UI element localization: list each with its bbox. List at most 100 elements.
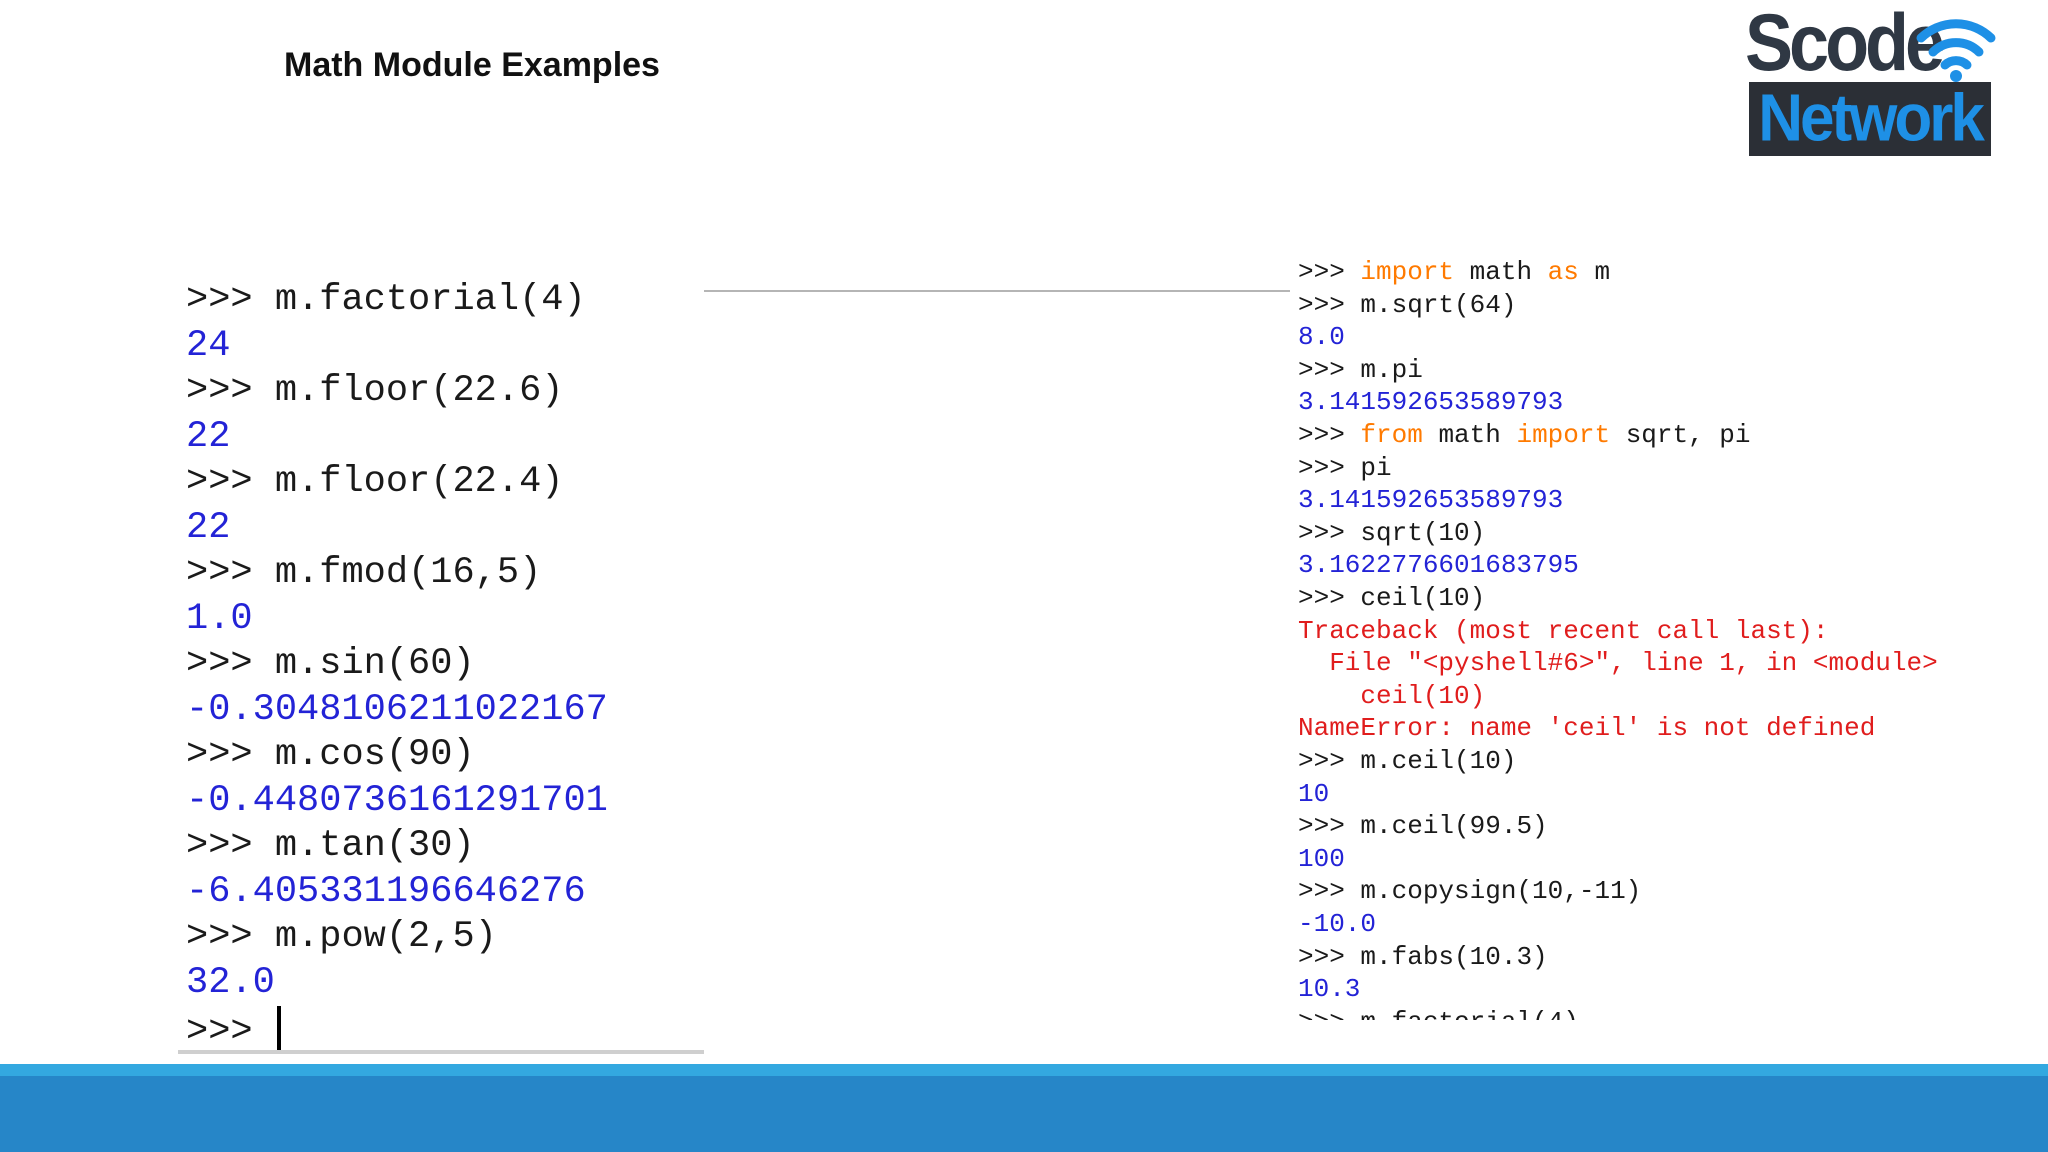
shell-output: -0.3048106211022167 — [186, 688, 608, 731]
shell-prompt: >>> — [1298, 876, 1361, 907]
shell-error: NameError: name 'ceil' is not defined — [1298, 713, 1876, 744]
shell-line: 32.0 — [186, 961, 275, 1005]
shell-line: >>> sqrt(10) — [1298, 517, 1485, 549]
shell-output: -10.0 — [1298, 909, 1377, 939]
shell-line: NameError: name 'ceil' is not defined — [1298, 712, 1875, 744]
shell-input: m.sin(60) — [274, 643, 475, 685]
left-shell-bottom-border — [178, 1050, 704, 1054]
slide-title: Math Module Examples — [284, 46, 660, 84]
shell-output: 3.1622776601683795 — [1298, 550, 1579, 581]
shell-output: 10 — [1298, 778, 1330, 809]
divider-line — [704, 290, 1290, 292]
shell-line: >>> m.floor(22.4) — [186, 460, 563, 504]
shell-input: m.cos(90) — [274, 734, 475, 776]
shell-line: -0.3048106211022167 — [186, 688, 608, 732]
logo-top-row: Scode — [1745, 3, 1945, 84]
shell-prompt: >>> — [1298, 941, 1361, 972]
shell-input: m — [1578, 257, 1611, 287]
shell-input: m.tan(30) — [274, 825, 475, 867]
shell-prompt: >>> — [1298, 746, 1361, 776]
shell-line: 8.0 — [1298, 321, 1345, 353]
shell-keyword: import — [1516, 420, 1611, 450]
shell-prompt: >>> — [1298, 452, 1361, 483]
shell-input: sqrt(10) — [1360, 517, 1486, 548]
shell-line: >>> pi — [1298, 452, 1392, 484]
footer-bar — [0, 1076, 2048, 1152]
shell-input: m.fmod(16,5) — [274, 552, 542, 594]
shell-error: ceil(10) — [1298, 680, 1486, 711]
shell-prompt: >>> — [1298, 1007, 1360, 1020]
shell-output: 22 — [186, 506, 231, 549]
shell-prompt: >>> — [1298, 289, 1361, 320]
footer-strip — [0, 1064, 2048, 1076]
shell-output: -0.4480736161291701 — [186, 779, 608, 822]
shell-output: 100 — [1298, 843, 1345, 874]
shell-input: m.ceil(10) — [1360, 746, 1517, 776]
shell-prompt: >>> — [1298, 517, 1361, 548]
scode-network-logo: Scode Network — [1745, 3, 1996, 156]
shell-error: Traceback (most recent call last): — [1298, 615, 1829, 646]
shell-line: 100 — [1298, 843, 1345, 875]
logo-word-network: Network — [1758, 81, 1985, 156]
shell-keyword: import — [1360, 257, 1455, 287]
shell-line: >>> — [186, 1006, 281, 1054]
logo-bottom-box: Network — [1749, 82, 1991, 156]
shell-output: -6.405331196646276 — [186, 870, 586, 913]
shell-input: m.ceil(99.5) — [1360, 811, 1548, 842]
shell-input: m.pi — [1360, 354, 1423, 385]
shell-prompt: >>> — [1298, 257, 1361, 287]
wifi-icon — [1916, 19, 1996, 82]
shell-line: >>> m.pi — [1298, 354, 1423, 386]
shell-line: >>> m.copysign(10,-11) — [1298, 875, 1641, 907]
shell-prompt: >>> — [186, 461, 275, 503]
shell-output: 3.141592653589793 — [1298, 485, 1564, 516]
shell-prompt: >>> — [186, 734, 275, 776]
shell-input: m.pow(2,5) — [274, 916, 497, 958]
shell-line: 3.1622776601683795 — [1298, 549, 1579, 581]
shell-prompt: >>> — [186, 825, 275, 867]
shell-prompt: >>> — [1298, 420, 1361, 450]
shell-line: 10 — [1298, 778, 1329, 810]
shell-output: 24 — [186, 324, 231, 367]
shell-prompt: >>> — [1298, 354, 1361, 385]
shell-output: 10.3 — [1298, 974, 1361, 1005]
shell-prompt: >>> — [186, 370, 275, 412]
shell-line: Traceback (most recent call last): — [1298, 615, 1829, 647]
shell-line: 3.141592653589793 — [1298, 484, 1563, 516]
shell-keyword: as — [1547, 257, 1579, 287]
shell-line: 3.141592653589793 — [1298, 386, 1563, 418]
shell-error: File "<pyshell#6>", line 1, in <module> — [1298, 648, 1938, 679]
shell-line: >>> ceil(10) — [1298, 582, 1485, 614]
shell-input: m.floor(22.6) — [274, 370, 564, 412]
shell-keyword: from — [1360, 420, 1423, 450]
shell-line: >>> m.factorial(4) — [186, 278, 586, 322]
shell-input: m.factorial(4) — [1360, 1007, 1578, 1020]
shell-line: 10.3 — [1298, 973, 1360, 1005]
shell-line: >>> m.cos(90) — [186, 733, 475, 777]
text-cursor — [276, 1006, 281, 1050]
shell-input: ceil(10) — [1360, 583, 1486, 613]
shell-line: 24 — [186, 324, 230, 368]
shell-line: -6.405331196646276 — [186, 870, 586, 914]
shell-input: sqrt, pi — [1610, 420, 1751, 450]
left-python-shell[interactable]: >>> m.factorial(4) 24 >>> m.floor(22.6) 22 >… — [178, 272, 704, 1054]
shell-line: >>> from math import sqrt, pi — [1298, 419, 1751, 451]
shell-line: >>> m.tan(30) — [186, 824, 475, 868]
shell-output: 3.141592653589793 — [1298, 387, 1564, 418]
shell-line: 22 — [186, 415, 230, 459]
shell-line: >>> m.fabs(10.3) — [1298, 941, 1548, 973]
shell-line: >>> m.factorial(4) — [1298, 1006, 1579, 1020]
shell-prompt: >>> — [186, 916, 275, 958]
shell-output: 8.0 — [1298, 322, 1345, 353]
shell-line: >>> m.ceil(10) — [1298, 745, 1516, 777]
right-python-shell[interactable]: >>> import math as m >>> m.sqrt(64) 8.0 >>>… — [1290, 256, 2010, 1020]
shell-output: 1.0 — [186, 597, 253, 640]
shell-line: 22 — [186, 506, 230, 550]
shell-input: m.copysign(10,-11) — [1360, 876, 1642, 907]
shell-line: >>> m.ceil(99.5) — [1298, 810, 1548, 842]
shell-line: >>> m.sin(60) — [186, 642, 475, 686]
shell-prompt: >>> — [1298, 583, 1361, 613]
shell-line: -0.4480736161291701 — [186, 779, 608, 823]
shell-output: 22 — [186, 415, 231, 458]
shell-output: 32.0 — [186, 961, 275, 1004]
